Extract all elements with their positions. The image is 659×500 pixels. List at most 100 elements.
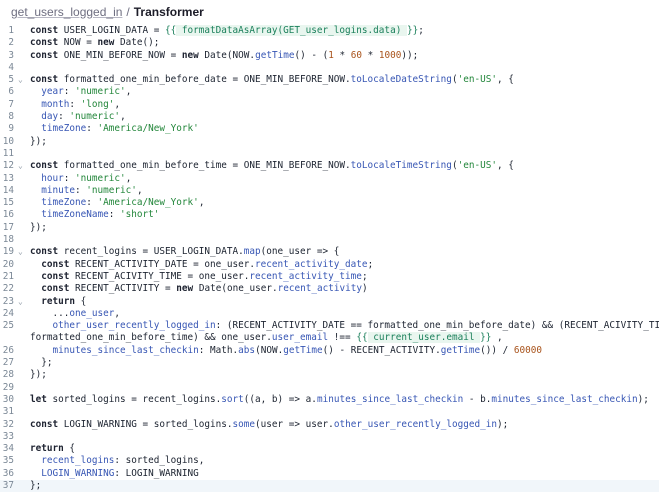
code-line[interactable]: 36 LOGIN_WARNING: LOGIN_WARNING [0,468,659,480]
code-line[interactable]: 10}); [0,136,659,148]
code-text: }); [30,135,47,147]
line-number: 36 [2,467,14,479]
code-line[interactable]: 37}; [0,479,659,493]
line-number: 35 [2,455,14,467]
breadcrumb: get_users_logged_in / Transformer [0,0,659,24]
code-line[interactable]: 11 [0,148,659,160]
breadcrumb-separator: / [126,5,130,19]
line-number: 18 [2,234,14,246]
line-number: 6 [8,86,14,98]
line-number: 11 [2,147,14,159]
chevron-down-icon[interactable]: ⌄ [18,74,24,86]
code-text: const USER_LOGIN_DATA = {{ formatDataAsA… [30,25,424,36]
code-line[interactable]: 3 const ONE_MIN_BEFORE_NOW = new Date(NOW… [0,50,659,62]
code-line[interactable]: 25 other_user_recently_logged_in: (RECEN… [0,320,659,332]
line-number: 32 [2,418,14,430]
code-line[interactable]: 23 ⌄ return { [0,296,659,308]
code-line[interactable]: 30 let sorted_logins = recent_logins.sort… [0,394,659,406]
code-line[interactable]: 8 day: 'numeric', [0,111,659,123]
code-line[interactable]: 28}); [0,369,659,381]
code-line[interactable]: 18 [0,234,659,246]
code-text: const formatted_one_min_before_date = ON… [30,74,514,86]
line-number: 33 [2,430,14,442]
line-number: 34 [2,443,14,455]
code-line[interactable]: formatted_one_min_before_time) && one_us… [0,332,659,344]
code-text: month: 'long', [41,98,121,110]
code-line[interactable]: 24 ...one_user, [0,308,659,320]
code-text: const RECENT_ACTIVITY_DATE = one_user.re… [41,258,374,270]
code-text: }); [30,221,47,233]
line-number: 2 [8,37,14,49]
code-text: const RECENT_ACTIVITY = new Date(one_use… [41,283,368,295]
code-line[interactable]: 29 [0,382,659,394]
code-line[interactable]: 20 const RECENT_ACTIVITY_DATE = one_user… [0,259,659,271]
code-line[interactable]: 34 return { [0,443,659,455]
code-line[interactable]: 17}); [0,222,659,234]
code-line[interactable]: 19 ⌄ const recent_logins = USER_LOGIN_DATA… [0,246,659,258]
code-text: const ONE_MIN_BEFORE_NOW = new Date(NOW.… [30,49,419,61]
code-text: timeZone: 'America/New_York' [41,123,199,135]
code-text: const recent_logins = USER_LOGIN_DATA.ma… [30,246,340,258]
line-number: 14 [2,184,14,196]
code-line[interactable]: 12 ⌄ const formatted_one_min_before_time =… [0,160,659,172]
line-number: 31 [2,406,14,418]
code-line[interactable]: 6 year: 'numeric', [0,86,659,98]
code-text: other_user_recently_logged_in: (RECENT_A… [52,320,659,332]
line-number: 22 [2,283,14,295]
code-text: hour: 'numeric', [41,172,132,184]
code-line[interactable]: 35 recent_logins: sorted_logins, [0,455,659,467]
code-line[interactable]: 13 hour: 'numeric', [0,173,659,185]
line-number: 23 [2,295,14,307]
code-editor[interactable]: 1 const USER_LOGIN_DATA = {{ formatDataAs… [0,25,659,500]
code-text: const LOGIN_WARNING = sorted_logins.some… [30,418,509,430]
code-line[interactable]: 33 [0,431,659,443]
line-number: 26 [2,344,14,356]
line-number: 13 [2,172,14,184]
line-number: 37 [2,479,14,491]
line-number: 9 [8,123,14,135]
line-number: 16 [2,209,14,221]
breadcrumb-query-link[interactable]: get_users_logged_in [11,5,122,19]
code-text: const formatted_one_min_before_time = ON… [30,160,514,172]
line-number: 8 [8,111,14,123]
code-line[interactable]: 9 timeZone: 'America/New_York' [0,123,659,135]
code-text: }); [30,369,47,381]
code-text: const RECENT_ACIVITY_TIME = one_user.rec… [41,270,368,282]
code-line[interactable]: 7 month: 'long', [0,99,659,111]
code-line[interactable]: 1 const USER_LOGIN_DATA = {{ formatDataAs… [0,25,659,37]
line-number: 4 [8,61,14,73]
code-line[interactable]: 31 [0,406,659,418]
code-text: return { [30,443,76,455]
code-line[interactable]: 27 }; [0,357,659,369]
breadcrumb-current-transformer: Transformer [133,5,204,19]
code-text: minutes_since_last_checkin: Math.abs(NOW… [52,344,543,356]
code-text: ...one_user, [30,307,121,319]
code-text: year: 'numeric', [41,86,132,98]
line-number: 29 [2,381,14,393]
code-text: recent_logins: sorted_logins, [41,455,205,467]
code-line[interactable]: 15 timeZone: 'America/New_York', [0,197,659,209]
code-line[interactable]: 21 const RECENT_ACIVITY_TIME = one_user.… [0,271,659,283]
code-line[interactable]: 5 ⌄ const formatted_one_min_before_date = … [0,74,659,86]
code-text: }; [30,357,53,369]
code-line[interactable]: 16 timeZoneName: 'short' [0,209,659,221]
line-number: 21 [2,270,14,282]
line-number: 1 [8,25,14,36]
code-text: timeZoneName: 'short' [41,209,160,221]
code-line[interactable]: 26 minutes_since_last_checkin: Math.abs(… [0,345,659,357]
line-number: 28 [2,369,14,381]
code-text: timeZone: 'America/New_York', [41,197,205,209]
line-number: 20 [2,258,14,270]
code-line[interactable]: 14 minute: 'numeric', [0,185,659,197]
line-number: 15 [2,197,14,209]
chevron-down-icon[interactable]: ⌄ [18,160,24,172]
code-line[interactable]: 32 const LOGIN_WARNING = sorted_logins.so… [0,419,659,431]
code-line[interactable]: 22 const RECENT_ACTIVITY = new Date(one_… [0,283,659,295]
code-text: return { [41,295,87,307]
chevron-down-icon[interactable]: ⌄ [18,246,24,258]
code-text: minute: 'numeric', [41,184,143,196]
code-line[interactable]: 4 [0,62,659,74]
code-line[interactable]: 2 const NOW = new Date(); [0,37,659,49]
chevron-down-icon[interactable]: ⌄ [18,296,24,308]
line-number: 3 [8,49,14,61]
